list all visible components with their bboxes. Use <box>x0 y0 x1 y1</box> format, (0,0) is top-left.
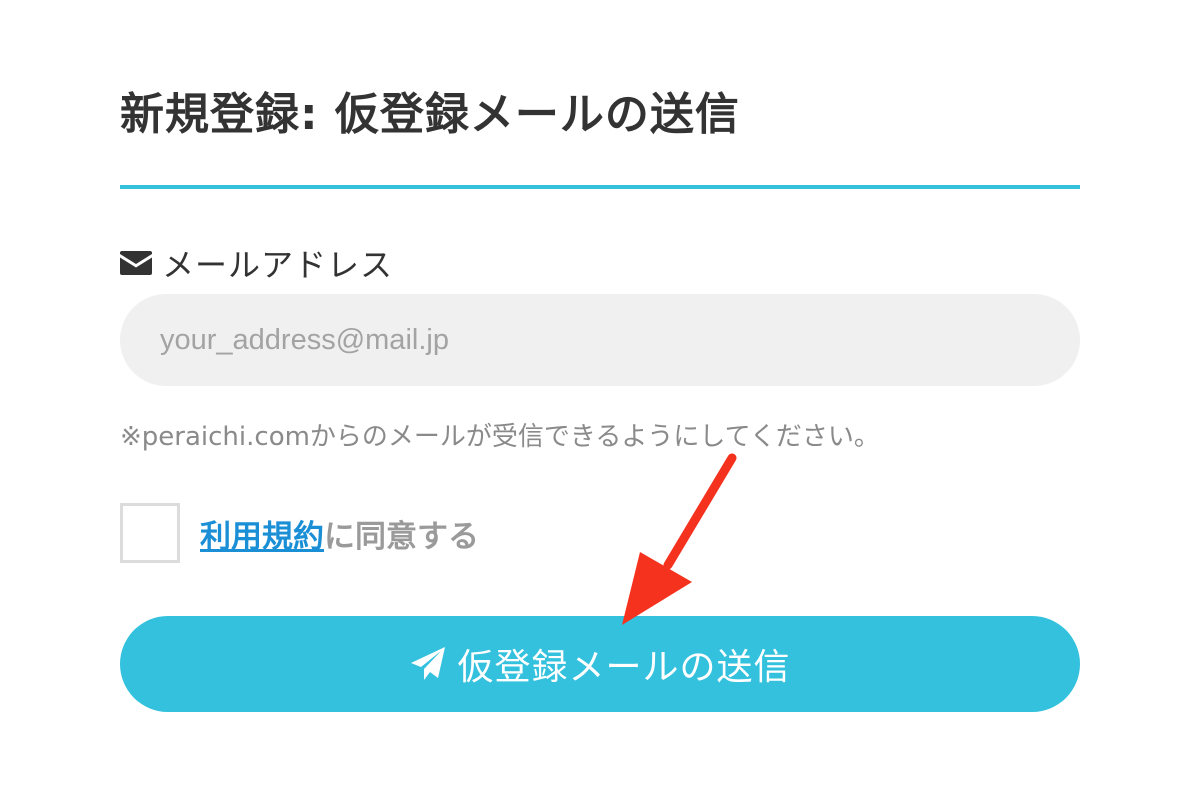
page-title: 新規登録: 仮登録メールの送信 <box>120 89 740 140</box>
submit-button-label: 仮登録メールの送信 <box>457 646 791 687</box>
terms-of-service-link[interactable]: 利用規約 <box>200 511 324 556</box>
email-label: メールアドレス <box>162 246 394 284</box>
title-divider <box>120 185 1080 189</box>
terms-agreement-row: 利用規約 に同意する <box>120 503 479 563</box>
envelope-icon <box>120 251 152 275</box>
email-field[interactable] <box>120 294 1080 386</box>
email-label-row: メールアドレス <box>120 240 393 286</box>
terms-agree-checkbox[interactable] <box>120 503 180 563</box>
paper-plane-icon <box>409 645 447 683</box>
agree-label: に同意する <box>324 518 479 555</box>
send-provisional-email-button[interactable]: 仮登録メールの送信 <box>120 616 1080 712</box>
email-note: ※peraichi.comからのメールが受信できるようにしてください。 <box>120 422 880 452</box>
